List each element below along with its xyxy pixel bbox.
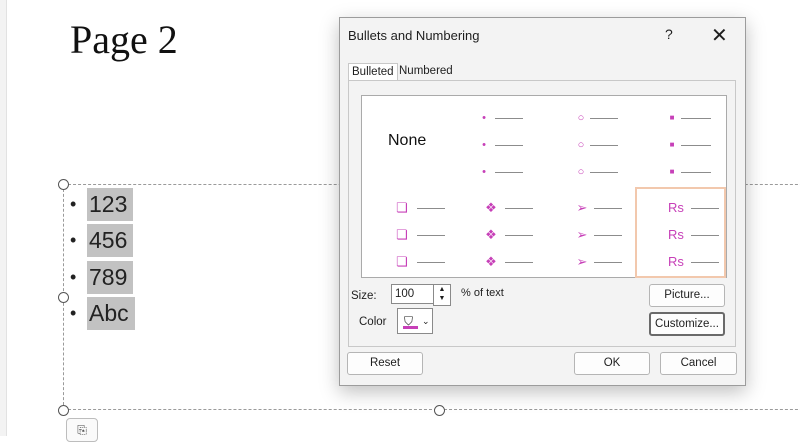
list-item[interactable]: • Abc xyxy=(70,296,135,333)
arrowhead-icon: ➢ xyxy=(576,200,588,215)
bullet-style-small-dot[interactable]: • • • xyxy=(453,96,544,187)
hollow-circle-icon: ○ xyxy=(577,166,585,178)
checkmark-icon: Rs xyxy=(668,227,684,242)
help-icon[interactable]: ? xyxy=(665,26,673,42)
filled-square-icon: ■ xyxy=(669,140,675,149)
bullet-dot-icon: • xyxy=(70,230,77,251)
four-diamond-icon: ❖ xyxy=(485,254,497,269)
small-dot-icon: • xyxy=(482,139,486,151)
bullet-style-gallery: None • • • ○ ○ ○ ■ ■ ■ ❏ ❏ ❏ ❖ ❖ ❖ ➢ ➢ ➢… xyxy=(361,95,727,278)
list-item-text[interactable]: 123 xyxy=(87,187,134,221)
filled-square-icon: ■ xyxy=(669,113,675,122)
arrowhead-icon: ➢ xyxy=(576,227,588,242)
resize-handle-bottom-left[interactable] xyxy=(58,405,69,416)
list-item[interactable]: • 456 xyxy=(70,223,135,260)
bullet-style-arrowhead[interactable]: ➢ ➢ ➢ xyxy=(544,187,635,278)
checkmark-icon: Rs xyxy=(668,200,684,215)
bullet-style-hollow-square-3d[interactable]: ❏ ❏ ❏ xyxy=(362,187,453,278)
resize-handle-middle-left[interactable] xyxy=(58,292,69,303)
tab-numbered[interactable]: Numbered xyxy=(399,63,453,80)
color-label: Color xyxy=(359,316,387,328)
four-diamond-icon: ❖ xyxy=(485,200,497,215)
color-swatch xyxy=(403,326,418,329)
resize-handle-top-left[interactable] xyxy=(58,179,69,190)
filled-square-icon: ■ xyxy=(669,167,675,176)
hollow-circle-icon: ○ xyxy=(577,112,585,124)
size-spinner[interactable]: ▲ ▼ xyxy=(433,284,451,306)
paste-options-icon: ⎘ xyxy=(77,423,87,437)
size-label: Size: xyxy=(351,290,377,302)
hollow-square-3d-icon: ❏ xyxy=(396,227,408,242)
hollow-circle-icon: ○ xyxy=(577,139,585,151)
bullet-style-checkmark[interactable]: Rs Rs Rs xyxy=(635,187,726,278)
slide-panel-edge xyxy=(0,0,7,436)
ok-button[interactable]: OK xyxy=(574,352,650,375)
customize-button[interactable]: Customize... xyxy=(649,312,725,336)
bullet-style-filled-square[interactable]: ■ ■ ■ xyxy=(635,96,726,187)
bullet-list[interactable]: • 123 • 456 • 789 • Abc xyxy=(70,186,135,332)
dialog-title: Bullets and Numbering xyxy=(348,28,480,43)
none-label: None xyxy=(388,132,427,149)
four-diamond-icon: ❖ xyxy=(485,227,497,242)
close-icon[interactable]: ✕ xyxy=(711,23,728,48)
resize-handle-bottom-middle[interactable] xyxy=(434,405,445,416)
checkmark-icon: Rs xyxy=(668,254,684,269)
bullet-dot-icon: • xyxy=(70,193,77,214)
small-dot-icon: • xyxy=(482,112,486,124)
chevron-down-icon: ⌄ xyxy=(422,316,430,326)
list-item-text[interactable]: Abc xyxy=(87,297,135,331)
size-input[interactable]: 100 xyxy=(391,284,436,304)
percent-of-text-label: % of text xyxy=(461,287,504,299)
list-item[interactable]: • 123 xyxy=(70,186,135,223)
bullet-dot-icon: • xyxy=(70,303,77,324)
hollow-square-3d-icon: ❏ xyxy=(396,254,408,269)
page-title[interactable]: Page 2 xyxy=(70,16,178,63)
bullets-numbering-dialog: Bullets and Numbering ? ✕ Bulleted Numbe… xyxy=(339,17,746,386)
arrowhead-icon: ➢ xyxy=(576,254,588,269)
small-dot-icon: • xyxy=(482,166,486,178)
tab-bulleted[interactable]: Bulleted xyxy=(348,63,398,81)
paste-options-button[interactable]: ⎘ xyxy=(66,418,98,442)
spin-down-icon[interactable]: ▼ xyxy=(434,294,450,303)
bullet-style-four-diamond[interactable]: ❖ ❖ ❖ xyxy=(453,187,544,278)
cancel-button[interactable]: Cancel xyxy=(660,352,737,375)
picture-button[interactable]: Picture... xyxy=(649,284,725,307)
list-item-text[interactable]: 456 xyxy=(87,224,134,258)
color-picker-button[interactable]: ⛉ ⌄ xyxy=(397,308,433,334)
reset-button[interactable]: Reset xyxy=(347,352,423,375)
list-item[interactable]: • 789 xyxy=(70,259,135,296)
hollow-square-3d-icon: ❏ xyxy=(396,200,408,215)
spin-up-icon[interactable]: ▲ xyxy=(434,285,450,294)
list-item-text[interactable]: 789 xyxy=(87,260,134,294)
bullet-dot-icon: • xyxy=(70,266,77,287)
bullet-style-none[interactable]: None xyxy=(362,96,453,187)
bullet-style-hollow-circle[interactable]: ○ ○ ○ xyxy=(544,96,635,187)
